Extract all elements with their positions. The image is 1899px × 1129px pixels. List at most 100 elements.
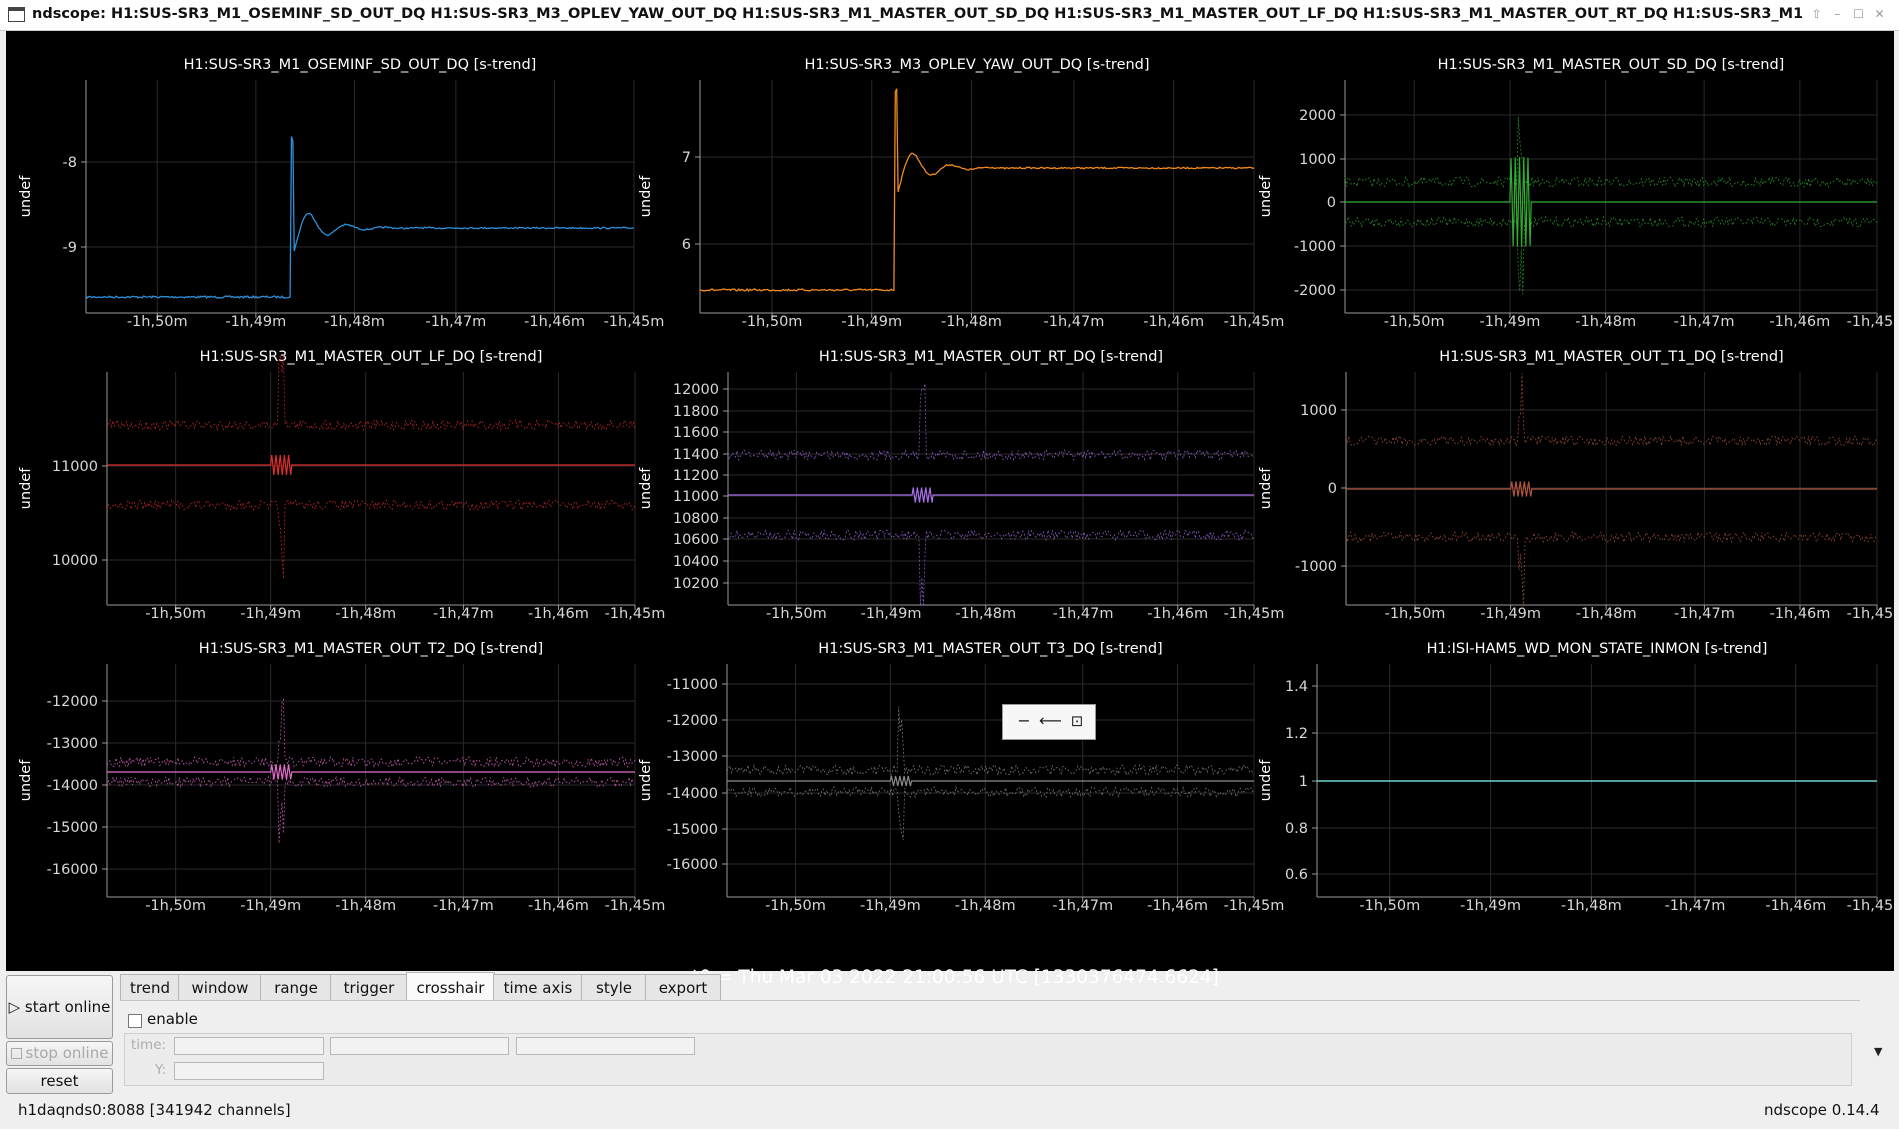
window-title: ndscope: H1:SUS-SR3_M1_OSEMINF_SD_OUT_DQ…: [32, 6, 1802, 22]
x-tick-label: -1h,49m: [1480, 606, 1541, 622]
trace-envelope-max: [726, 706, 1255, 777]
trace-envelope-max: [727, 383, 1255, 462]
y-axis-label: undef: [1258, 175, 1274, 218]
tab-crosshair[interactable]: crosshair: [406, 972, 495, 1001]
enable-checkbox[interactable]: [128, 1014, 142, 1028]
x-tick-label: -1h,49m: [240, 898, 301, 914]
y-field[interactable]: [174, 1062, 324, 1080]
chevron-down-icon[interactable]: ▼: [1874, 1045, 1882, 1058]
x-tick-label: -1h,45m: [1224, 314, 1285, 330]
y-tick-label: 10000: [52, 553, 98, 569]
x-tick-label: -1h,47m: [1665, 898, 1726, 914]
x-tick-label: -1h,47m: [425, 314, 486, 330]
stop-online-button[interactable]: stop online: [6, 1041, 113, 1066]
x-tick-label: -1h,49m: [861, 606, 922, 622]
x-tick-label: -1h,50m: [145, 606, 206, 622]
tab-trigger[interactable]: trigger: [330, 974, 408, 1001]
x-tick-label: -1h,49m: [860, 898, 921, 914]
x-tick-label: -1h,46m: [1769, 314, 1830, 330]
tab-window[interactable]: window: [178, 974, 262, 1001]
y-tick-label: -12000: [47, 694, 98, 710]
minimize-icon[interactable]: –: [1829, 7, 1846, 22]
y-tick-label: 1000: [1300, 403, 1337, 419]
start-online-button[interactable]: ▷ start online: [6, 975, 113, 1039]
x-tick-label: -1h,49m: [1460, 898, 1521, 914]
tab-export[interactable]: export: [645, 974, 721, 1001]
y-tick-label: 11000: [673, 489, 719, 505]
tab-range[interactable]: range: [260, 974, 332, 1001]
trace-line: [85, 136, 635, 300]
y-tick-label: 12000: [673, 382, 719, 398]
server-status: h1daqnds0:8088 [341942 channels]: [18, 1101, 291, 1119]
y-axis-label: undef: [638, 467, 654, 510]
plot-title: H1:SUS-SR3_M1_MASTER_OUT_SD_DQ [s-trend]: [1438, 57, 1785, 73]
y-tick-label: -1000: [1295, 559, 1337, 575]
y-axis-label: undef: [638, 175, 654, 218]
x-tick-label: -1h,45m: [1847, 606, 1894, 622]
trace-envelope-min: [1345, 530, 1878, 607]
x-tick-label: -1h,45m: [1224, 898, 1285, 914]
x-tick-label: -1h,49m: [841, 314, 902, 330]
version-label: ndscope 0.14.4: [1764, 1101, 1880, 1119]
zoom-out-button[interactable]: −: [1013, 710, 1035, 732]
trace-envelope-min: [1344, 215, 1878, 295]
x-tick-label: -1h,47m: [1053, 606, 1114, 622]
x-tick-label: -1h,48m: [955, 898, 1016, 914]
plots-canvas[interactable]: H1:SUS-SR3_M1_OSEMINF_SD_OUT_DQ [s-trend…: [6, 31, 1894, 971]
x-tick-label: -1h,50m: [145, 898, 206, 914]
y-tick-label: 1.2: [1285, 726, 1308, 742]
x-tick-label: -1h,50m: [1359, 898, 1420, 914]
maximize-icon[interactable]: ☐: [1850, 7, 1867, 22]
auto-range-button[interactable]: ⊡: [1066, 710, 1088, 732]
y-tick-label: 1.4: [1285, 679, 1308, 695]
x-tick-label: -1h,48m: [324, 314, 385, 330]
x-tick-label: -1h,50m: [127, 314, 188, 330]
tab-time-axis[interactable]: time axis: [493, 974, 583, 1001]
x-tick-label: -1h,45m: [1847, 898, 1894, 914]
plot-area[interactable]: H1:SUS-SR3_M1_OSEMINF_SD_OUT_DQ [s-trend…: [6, 31, 1894, 988]
x-tick-label: -1h,49m: [240, 606, 301, 622]
tab-style[interactable]: style: [581, 974, 647, 1001]
y-tick-label: 10400: [673, 554, 719, 570]
plot-title: H1:SUS-SR3_M1_OSEMINF_SD_OUT_DQ [s-trend…: [184, 57, 537, 73]
y-tick-label: 7: [682, 150, 691, 166]
x-tick-label: -1h,46m: [1147, 898, 1208, 914]
x-tick-label: -1h,46m: [528, 606, 589, 622]
plot-title: H1:SUS-SR3_M1_MASTER_OUT_T3_DQ [s-trend]: [818, 641, 1162, 657]
y-tick-label: -9: [63, 240, 77, 256]
stop-checkbox-icon: [10, 1048, 22, 1059]
y-tick-label: -13000: [667, 749, 718, 765]
time-field-2[interactable]: [330, 1037, 509, 1055]
trace-envelope-min: [106, 775, 636, 844]
reset-button[interactable]: reset: [6, 1068, 113, 1094]
plot-title: H1:SUS-SR3_M1_MASTER_OUT_T1_DQ [s-trend]: [1439, 349, 1783, 365]
x-tick-label: -1h,48m: [955, 606, 1016, 622]
x-tick-label: -1h,46m: [1143, 314, 1204, 330]
y-axis-label: undef: [1258, 759, 1274, 802]
stop-online-label: stop online: [25, 1044, 109, 1062]
x-tick-label: -1h,50m: [742, 314, 803, 330]
x-tick-label: -1h,47m: [433, 898, 494, 914]
trace-line: [727, 775, 1254, 787]
close-icon[interactable]: ✕: [1871, 7, 1888, 22]
x-tick-label: -1h,47m: [1674, 606, 1735, 622]
tab-trend[interactable]: trend: [120, 974, 180, 1001]
plot-title: H1:SUS-SR3_M3_OPLEV_YAW_OUT_DQ [s-trend]: [804, 57, 1149, 73]
y-tick-label: 1000: [1299, 152, 1336, 168]
time-field-1[interactable]: [174, 1037, 324, 1055]
trace-line: [699, 88, 1254, 293]
back-arrow-button[interactable]: ⟵: [1039, 710, 1062, 732]
y-tick-label: 11200: [673, 468, 719, 484]
y-tick-label: 1: [1299, 774, 1308, 790]
x-tick-label: -1h,45m: [1847, 314, 1894, 330]
time-field-3[interactable]: [516, 1037, 695, 1055]
trace-envelope-min: [106, 498, 636, 579]
y-axis-label: undef: [638, 759, 654, 802]
plot-popup-toolbar: − ⟵ ⊡: [1002, 704, 1096, 740]
x-tick-label: -1h,50m: [766, 606, 827, 622]
y-tick-label: 10800: [673, 511, 719, 527]
x-tick-label: -1h,50m: [1385, 606, 1446, 622]
trace-line: [107, 764, 635, 780]
y-tick-label: -16000: [667, 857, 718, 873]
up-arrow-icon[interactable]: ⇧: [1808, 7, 1825, 22]
